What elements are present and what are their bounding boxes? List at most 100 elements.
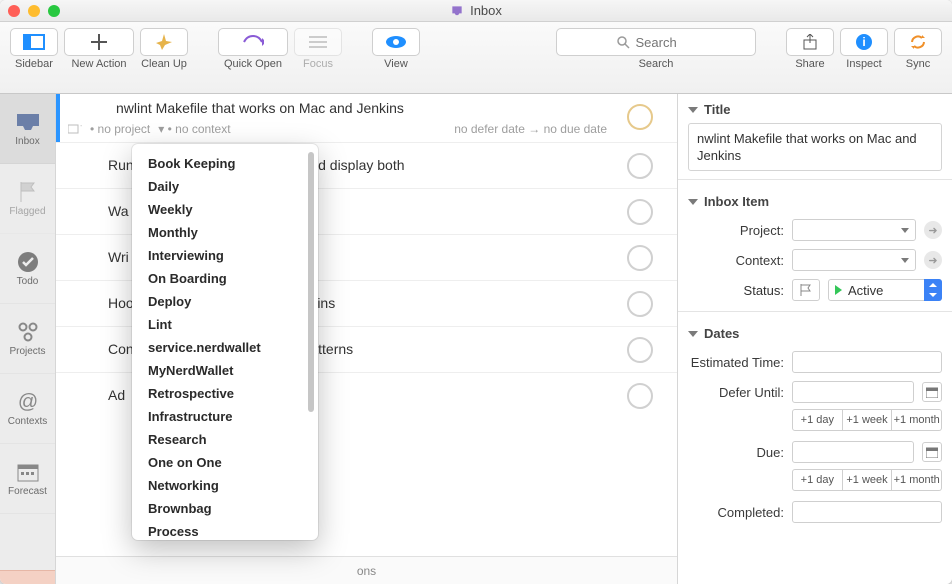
inspect-button[interactable]: i bbox=[840, 28, 888, 56]
minimize-window-button[interactable] bbox=[28, 5, 40, 17]
autocomplete-option[interactable]: One on One bbox=[132, 451, 318, 474]
no-project-label: • no project bbox=[90, 122, 150, 136]
section-label: Dates bbox=[704, 326, 739, 341]
complete-checkbox[interactable] bbox=[627, 153, 653, 179]
flag-toggle[interactable] bbox=[792, 279, 820, 301]
autocomplete-option[interactable]: service.nerdwallet bbox=[132, 336, 318, 359]
context-select[interactable] bbox=[792, 249, 916, 271]
nav-projects[interactable]: Projects bbox=[0, 304, 55, 374]
search-input[interactable] bbox=[636, 35, 696, 50]
nav-inbox[interactable]: Inbox bbox=[0, 94, 55, 164]
search-field[interactable] bbox=[556, 28, 756, 56]
defer-date-field[interactable] bbox=[792, 381, 914, 403]
autocomplete-option[interactable]: Brownbag bbox=[132, 497, 318, 520]
active-status-icon bbox=[835, 285, 842, 295]
status-label: Status: bbox=[688, 283, 784, 298]
due-plus-1-day[interactable]: +1 day bbox=[792, 469, 843, 491]
calendar-picker-button[interactable] bbox=[922, 442, 942, 462]
autocomplete-option[interactable]: Lint bbox=[132, 313, 318, 336]
section-inbox-item[interactable]: Inbox Item bbox=[678, 186, 952, 215]
autocomplete-option[interactable]: Infrastructure bbox=[132, 405, 318, 428]
calendar-small-icon bbox=[926, 446, 938, 458]
autocomplete-option[interactable]: Deploy bbox=[132, 290, 318, 313]
zoom-window-button[interactable] bbox=[48, 5, 60, 17]
autocomplete-option[interactable]: Retrospective bbox=[132, 382, 318, 405]
autocomplete-option[interactable]: Weekly bbox=[132, 198, 318, 221]
share-button[interactable] bbox=[786, 28, 834, 56]
clean-up-button[interactable] bbox=[140, 28, 188, 56]
complete-checkbox[interactable] bbox=[627, 383, 653, 409]
autocomplete-option[interactable]: Interviewing bbox=[132, 244, 318, 267]
calendar-icon bbox=[17, 462, 39, 482]
due-date-field[interactable] bbox=[792, 441, 914, 463]
section-label: Title bbox=[704, 102, 731, 117]
estimated-time-label: Estimated Time: bbox=[688, 355, 784, 370]
inbox-icon bbox=[15, 112, 41, 132]
title-field[interactable]: nwlint Makefile that works on Mac and Je… bbox=[688, 123, 942, 171]
defer-plus-1-week[interactable]: +1 week bbox=[843, 409, 893, 431]
goto-context-button[interactable]: ➜ bbox=[924, 251, 942, 269]
list-footer: ons bbox=[56, 556, 677, 584]
info-icon: i bbox=[855, 33, 873, 51]
context-autocomplete-popover: Book KeepingDailyWeeklyMonthlyInterviewi… bbox=[132, 144, 318, 540]
disclosure-triangle-icon bbox=[688, 331, 698, 337]
quick-open-button[interactable] bbox=[218, 28, 288, 56]
calendar-picker-button[interactable] bbox=[922, 382, 942, 402]
new-action-button[interactable] bbox=[64, 28, 134, 56]
autocomplete-option[interactable]: Networking bbox=[132, 474, 318, 497]
completed-date-field[interactable] bbox=[792, 501, 942, 523]
nav-todo[interactable]: Todo bbox=[0, 234, 55, 304]
nav-flagged[interactable]: Flagged bbox=[0, 164, 55, 234]
calendar-small-icon bbox=[926, 386, 938, 398]
autocomplete-option[interactable]: On Boarding bbox=[132, 267, 318, 290]
complete-checkbox[interactable] bbox=[627, 199, 653, 225]
autocomplete-option[interactable]: Monthly bbox=[132, 221, 318, 244]
add-to-project-icon[interactable]: + bbox=[68, 122, 82, 136]
autocomplete-option[interactable]: Daily bbox=[132, 175, 318, 198]
autocomplete-option[interactable]: Book Keeping bbox=[132, 152, 318, 175]
section-dates[interactable]: Dates bbox=[678, 318, 952, 347]
broom-icon bbox=[155, 33, 173, 51]
toolbar-label: New Action bbox=[71, 58, 126, 70]
close-window-button[interactable] bbox=[8, 5, 20, 17]
defer-quick-buttons: +1 day +1 week +1 month bbox=[792, 409, 942, 431]
popover-scrollbar[interactable] bbox=[308, 152, 314, 452]
toolbar-label: Search bbox=[639, 58, 674, 70]
sync-button[interactable] bbox=[894, 28, 942, 56]
due-plus-1-month[interactable]: +1 month bbox=[892, 469, 942, 491]
completed-label: Completed: bbox=[688, 505, 784, 520]
eye-icon bbox=[385, 35, 407, 49]
complete-checkbox[interactable] bbox=[627, 291, 653, 317]
due-plus-1-week[interactable]: +1 week bbox=[843, 469, 893, 491]
sidebar-icon bbox=[23, 34, 45, 50]
estimated-time-field[interactable] bbox=[792, 351, 942, 373]
complete-checkbox[interactable] bbox=[627, 245, 653, 271]
defer-plus-1-day[interactable]: +1 day bbox=[792, 409, 843, 431]
toolbar-label: Clean Up bbox=[141, 58, 187, 70]
defer-plus-1-month[interactable]: +1 month bbox=[892, 409, 942, 431]
defer-label: Defer Until: bbox=[688, 385, 784, 400]
sidebar-toggle-button[interactable] bbox=[10, 28, 58, 56]
status-select[interactable]: Active bbox=[828, 279, 942, 301]
autocomplete-option[interactable]: Research bbox=[132, 428, 318, 451]
flag-outline-icon bbox=[799, 283, 813, 297]
due-label: Due: bbox=[688, 445, 784, 460]
titlebar: Inbox bbox=[0, 0, 952, 22]
nav-stub[interactable] bbox=[0, 570, 55, 584]
view-button[interactable] bbox=[372, 28, 420, 56]
toolbar-label: Inspect bbox=[846, 58, 881, 70]
selected-inbox-row[interactable]: nwlint Makefile that works on Mac and Je… bbox=[56, 94, 677, 142]
autocomplete-option[interactable]: MyNerdWallet bbox=[132, 359, 318, 382]
section-title[interactable]: Title bbox=[678, 94, 952, 123]
context-dropdown-trigger[interactable]: ▾ • no context bbox=[158, 122, 230, 136]
focus-button[interactable] bbox=[294, 28, 342, 56]
autocomplete-option[interactable]: Process bbox=[132, 520, 318, 540]
nav-forecast[interactable]: Forecast bbox=[0, 444, 55, 514]
project-select[interactable] bbox=[792, 219, 916, 241]
complete-checkbox[interactable] bbox=[627, 337, 653, 363]
nav-label: Projects bbox=[9, 346, 45, 357]
flag-icon bbox=[18, 181, 38, 203]
complete-checkbox[interactable] bbox=[627, 104, 653, 130]
goto-project-button[interactable]: ➜ bbox=[924, 221, 942, 239]
nav-contexts[interactable]: @ Contexts bbox=[0, 374, 55, 444]
